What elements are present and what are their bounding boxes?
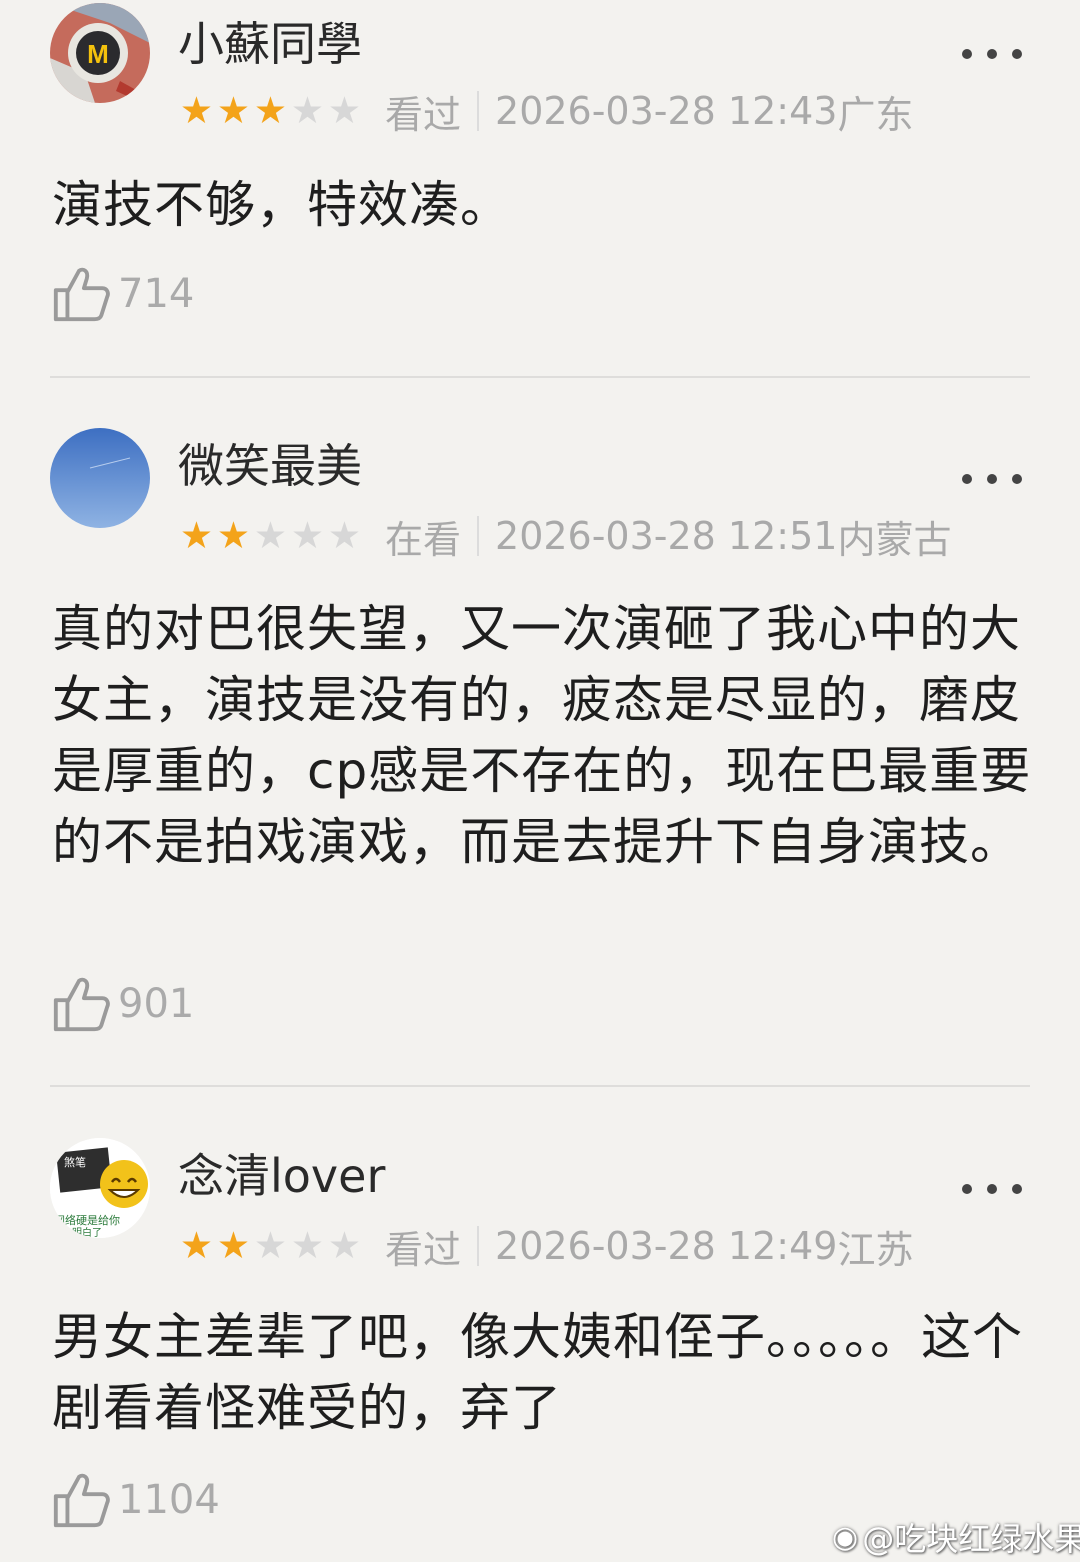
avatar[interactable]: M xyxy=(50,3,150,103)
username[interactable]: 念清lover xyxy=(178,1148,385,1204)
like-count: 1104 xyxy=(118,1477,220,1523)
review-meta: ★ ★ ★ ★ ★ 看过 2026-03-28 12:43 广东 xyxy=(178,88,914,137)
thumbs-up-icon xyxy=(53,267,110,322)
star-icon: ★ xyxy=(216,514,251,557)
more-dot xyxy=(987,1184,997,1194)
star-icon: ★ xyxy=(290,89,325,132)
review-location: 广东 xyxy=(837,92,914,137)
watch-status: 看过 xyxy=(385,92,462,137)
more-dots-icon xyxy=(962,1184,972,1194)
username[interactable]: 微笑最美 xyxy=(178,438,362,494)
weibo-logo-icon: ◉ xyxy=(832,1519,859,1555)
review-card: 煞笔 网络硬是给你 明白了 念清lover ★ ★ ★ ★ ★ 看过 2026-… xyxy=(0,1088,1080,1562)
more-dots-icon xyxy=(962,49,972,59)
thumbs-up-icon xyxy=(53,1473,110,1528)
avatar-caption: 网络硬是给你 xyxy=(54,1213,120,1227)
like-button[interactable]: 901 xyxy=(50,972,194,1036)
more-options-button[interactable] xyxy=(962,44,1022,64)
star-icon: ★ xyxy=(179,89,214,132)
star-icon: ★ xyxy=(290,1224,325,1267)
avatar[interactable] xyxy=(50,428,150,528)
review-location: 江苏 xyxy=(837,1227,914,1272)
star-icon: ★ xyxy=(216,1224,251,1267)
star-rating: ★ ★ ★ ★ ★ xyxy=(178,1223,363,1269)
star-icon: ★ xyxy=(216,89,251,132)
like-button[interactable]: 714 xyxy=(50,262,194,326)
more-dot xyxy=(987,474,997,484)
review-card: 微笑最美 ★ ★ ★ ★ ★ 在看 2026-03-28 12:51 内蒙古 真… xyxy=(0,378,1080,1088)
like-count: 901 xyxy=(118,981,195,1027)
more-dot xyxy=(987,49,997,59)
more-dot xyxy=(1012,1184,1022,1194)
divider xyxy=(477,1226,480,1266)
review-card: M 小蘇同學 ★ ★ ★ ★ ★ 看过 2026-03-28 12:43 广东 … xyxy=(0,0,1080,378)
divider xyxy=(477,516,480,556)
more-dots-icon xyxy=(962,474,972,484)
watch-status: 看过 xyxy=(385,1227,462,1272)
svg-text:M: M xyxy=(87,39,109,69)
review-datetime: 2026-03-28 12:49 xyxy=(495,1224,838,1268)
watermark-text: @吃块红绿水果 xyxy=(862,1520,1080,1558)
star-icon: ★ xyxy=(253,1224,288,1267)
watch-status: 在看 xyxy=(385,517,462,562)
review-text: 演技不够，特效凑。 xyxy=(52,176,511,234)
star-icon: ★ xyxy=(179,514,214,557)
username[interactable]: 小蘇同學 xyxy=(178,16,362,72)
star-rating: ★ ★ ★ ★ ★ xyxy=(178,88,363,134)
review-location: 内蒙古 xyxy=(837,517,952,562)
review-datetime: 2026-03-28 12:51 xyxy=(495,514,838,558)
star-icon: ★ xyxy=(179,1224,214,1267)
review-datetime: 2026-03-28 12:43 xyxy=(495,89,838,133)
watermark: ◉ @吃块红绿水果 xyxy=(832,1514,1080,1560)
divider xyxy=(477,91,480,131)
star-rating: ★ ★ ★ ★ ★ xyxy=(178,513,363,559)
star-icon: ★ xyxy=(327,89,362,132)
review-text: 真的对巴很失望，又一次演砸了我心中的大女主，演技是没有的，疲态是尽显的，磨皮是厚… xyxy=(52,600,1032,871)
review-meta: ★ ★ ★ ★ ★ 在看 2026-03-28 12:51 内蒙古 xyxy=(178,513,952,562)
avatar-caption: 明白了 xyxy=(72,1226,102,1238)
divider xyxy=(50,1085,1030,1087)
more-options-button[interactable] xyxy=(962,469,1022,489)
star-icon: ★ xyxy=(327,1224,362,1267)
more-dot xyxy=(1012,474,1022,484)
like-button[interactable]: 1104 xyxy=(50,1468,220,1532)
star-icon: ★ xyxy=(327,514,362,557)
star-icon: ★ xyxy=(290,514,325,557)
thumbs-up-icon xyxy=(53,977,110,1032)
more-dot xyxy=(1012,49,1022,59)
review-meta: ★ ★ ★ ★ ★ 看过 2026-03-28 12:49 江苏 xyxy=(178,1223,914,1272)
avatar[interactable]: 煞笔 网络硬是给你 明白了 xyxy=(50,1138,150,1238)
star-icon: ★ xyxy=(253,89,288,132)
more-options-button[interactable] xyxy=(962,1179,1022,1199)
star-icon: ★ xyxy=(253,514,288,557)
review-text: 男女主差辈了吧，像大姨和侄子。。。。。这个剧看着怪难受的，弃了 xyxy=(52,1308,1023,1437)
avatar-caption: 煞笔 xyxy=(64,1155,86,1169)
like-count: 714 xyxy=(118,271,195,317)
